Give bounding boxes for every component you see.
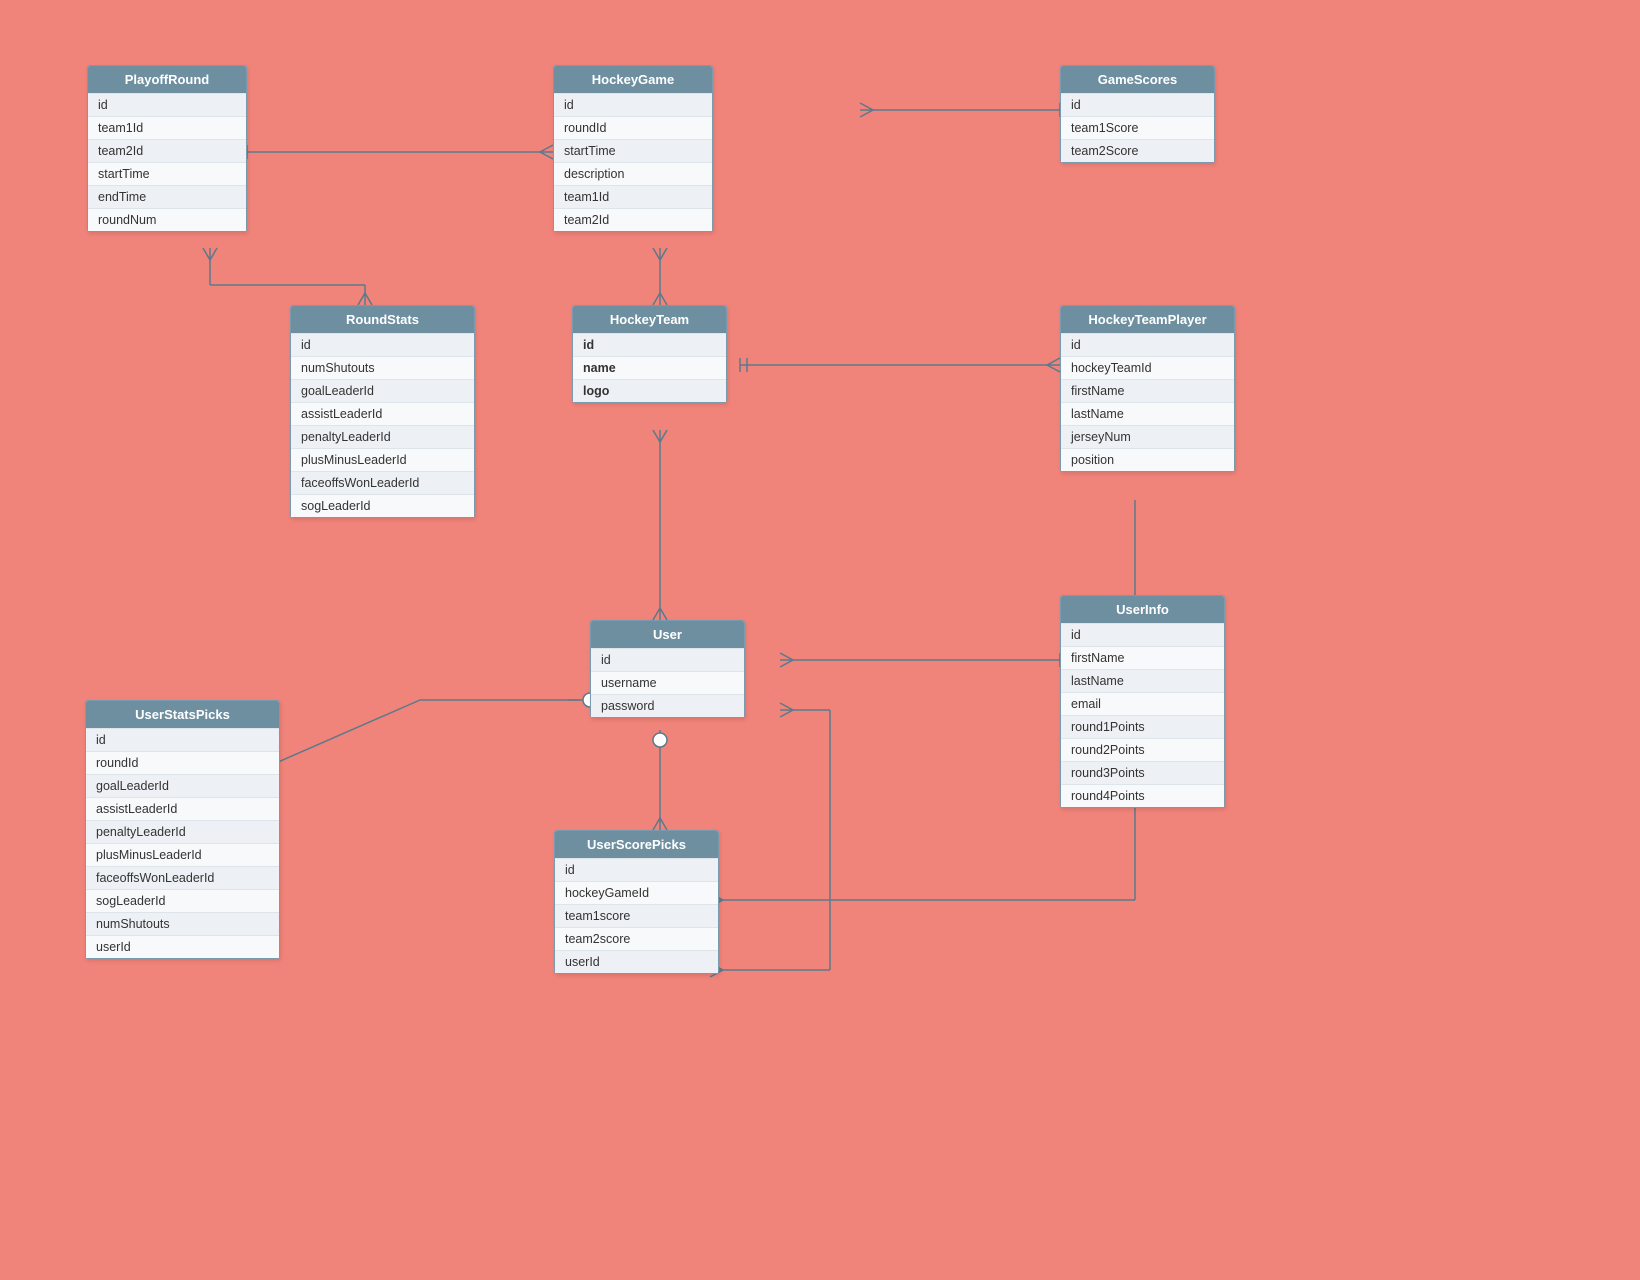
- field-rs-sogleaderid: sogLeaderId: [291, 494, 474, 517]
- field-usp-plusminusleaderid: plusMinusLeaderId: [86, 843, 279, 866]
- field-u-id: id: [591, 648, 744, 671]
- field-ht-id: id: [573, 333, 726, 356]
- field-pr-endtime: endTime: [88, 185, 246, 208]
- field-rs-faceoffswonleaderid: faceoffsWonLeaderId: [291, 471, 474, 494]
- entity-header-playoffround: PlayoffRound: [88, 66, 246, 93]
- entity-hockeygame: HockeyGame id roundId startTime descript…: [553, 65, 713, 232]
- field-usp-roundid: roundId: [86, 751, 279, 774]
- entity-gamescores: GameScores id team1Score team2Score: [1060, 65, 1215, 163]
- field-rs-numshutouts: numShutouts: [291, 356, 474, 379]
- field-pr-roundnum: roundNum: [88, 208, 246, 231]
- field-ui-lastname: lastName: [1061, 669, 1224, 692]
- field-gs-id: id: [1061, 93, 1214, 116]
- field-rs-id: id: [291, 333, 474, 356]
- field-htp-jerseynum: jerseyNum: [1061, 425, 1234, 448]
- field-rs-assistleaderid: assistLeaderId: [291, 402, 474, 425]
- field-usp-penaltyleaderid: penaltyLeaderId: [86, 820, 279, 843]
- field-usp-sogleaderid: sogLeaderId: [86, 889, 279, 912]
- entity-header-hockeyteamplayer: HockeyTeamPlayer: [1061, 306, 1234, 333]
- entity-playoffround: PlayoffRound id team1Id team2Id startTim…: [87, 65, 247, 232]
- field-rs-plusminusleaderid: plusMinusLeaderId: [291, 448, 474, 471]
- field-htp-firstname: firstName: [1061, 379, 1234, 402]
- field-uscp-team1score: team1score: [555, 904, 718, 927]
- entity-header-roundstats: RoundStats: [291, 306, 474, 333]
- field-hg-team1id: team1Id: [554, 185, 712, 208]
- field-uscp-id: id: [555, 858, 718, 881]
- entity-userinfo: UserInfo id firstName lastName email rou…: [1060, 595, 1225, 808]
- field-htp-lastname: lastName: [1061, 402, 1234, 425]
- field-usp-userid: userId: [86, 935, 279, 958]
- field-uscp-hockeygameid: hockeyGameId: [555, 881, 718, 904]
- field-rs-goalleaderid: goalLeaderId: [291, 379, 474, 402]
- field-uscp-userid: userId: [555, 950, 718, 973]
- field-usp-goalleaderid: goalLeaderId: [86, 774, 279, 797]
- entity-roundstats: RoundStats id numShutouts goalLeaderId a…: [290, 305, 475, 518]
- entity-userstatspicks: UserStatsPicks id roundId goalLeaderId a…: [85, 700, 280, 959]
- entity-header-userscorepicks: UserScorePicks: [555, 831, 718, 858]
- entity-header-userstatspicks: UserStatsPicks: [86, 701, 279, 728]
- field-htp-hockeyteamid: hockeyTeamId: [1061, 356, 1234, 379]
- field-u-username: username: [591, 671, 744, 694]
- field-pr-team2id: team2Id: [88, 139, 246, 162]
- field-gs-team1score: team1Score: [1061, 116, 1214, 139]
- field-usp-faceoffswonleaderid: faceoffsWonLeaderId: [86, 866, 279, 889]
- entity-header-hockeygame: HockeyGame: [554, 66, 712, 93]
- field-ui-round1points: round1Points: [1061, 715, 1224, 738]
- entity-header-userinfo: UserInfo: [1061, 596, 1224, 623]
- entity-hockeyteam: HockeyTeam id name logo: [572, 305, 727, 403]
- field-pr-team1id: team1Id: [88, 116, 246, 139]
- field-usp-id: id: [86, 728, 279, 751]
- field-ui-firstname: firstName: [1061, 646, 1224, 669]
- field-hg-roundid: roundId: [554, 116, 712, 139]
- field-gs-team2score: team2Score: [1061, 139, 1214, 162]
- field-ui-id: id: [1061, 623, 1224, 646]
- entity-header-user: User: [591, 621, 744, 648]
- entity-header-gamescores: GameScores: [1061, 66, 1214, 93]
- diagram-container: PlayoffRound id team1Id team2Id startTim…: [0, 0, 1640, 1280]
- field-usp-numshutouts: numShutouts: [86, 912, 279, 935]
- entity-userscorepicks: UserScorePicks id hockeyGameId team1scor…: [554, 830, 719, 974]
- field-hg-starttime: startTime: [554, 139, 712, 162]
- field-ht-name: name: [573, 356, 726, 379]
- field-ui-round3points: round3Points: [1061, 761, 1224, 784]
- field-ht-logo: logo: [573, 379, 726, 402]
- entity-user: User id username password: [590, 620, 745, 718]
- field-hg-description: description: [554, 162, 712, 185]
- field-usp-assistleaderid: assistLeaderId: [86, 797, 279, 820]
- entity-header-hockeyteam: HockeyTeam: [573, 306, 726, 333]
- field-hg-id: id: [554, 93, 712, 116]
- field-ui-round4points: round4Points: [1061, 784, 1224, 807]
- field-ui-email: email: [1061, 692, 1224, 715]
- field-uscp-team2score: team2score: [555, 927, 718, 950]
- field-pr-starttime: startTime: [88, 162, 246, 185]
- entity-hockeyteamplayer: HockeyTeamPlayer id hockeyTeamId firstNa…: [1060, 305, 1235, 472]
- field-htp-position: position: [1061, 448, 1234, 471]
- field-rs-penaltyleaderid: penaltyLeaderId: [291, 425, 474, 448]
- field-htp-id: id: [1061, 333, 1234, 356]
- field-u-password: password: [591, 694, 744, 717]
- field-ui-round2points: round2Points: [1061, 738, 1224, 761]
- field-hg-team2id: team2Id: [554, 208, 712, 231]
- field-pr-id: id: [88, 93, 246, 116]
